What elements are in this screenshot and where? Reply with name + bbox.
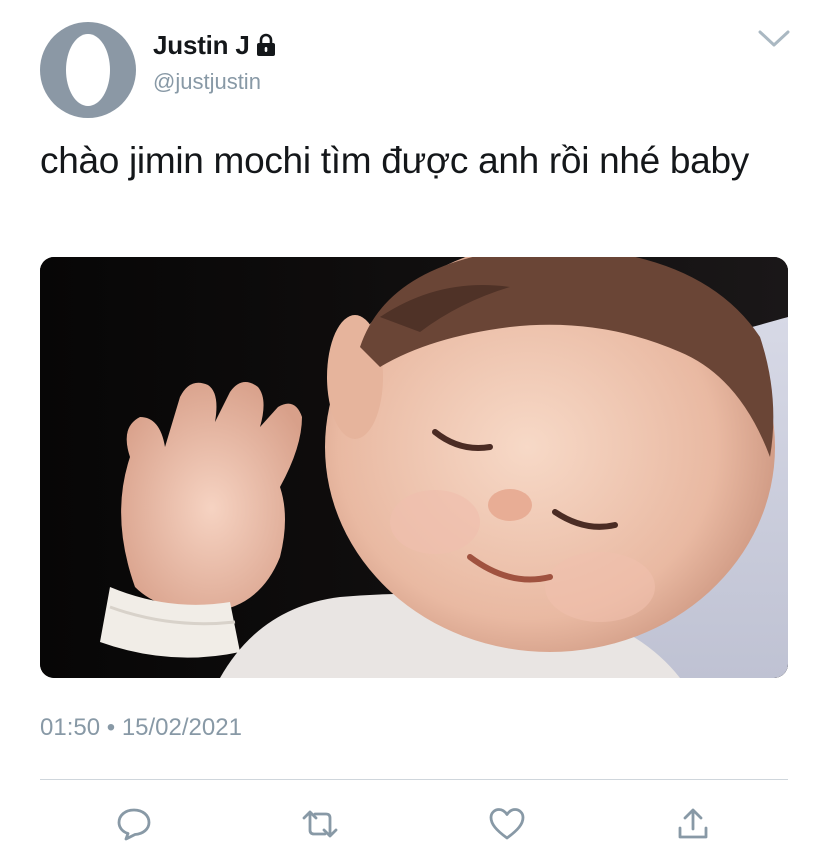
avatar-default-egg [66,34,110,106]
share-icon [678,808,708,839]
share-button[interactable] [673,804,713,844]
baby-photo-illustration [40,257,788,678]
tweet-date: 15/02/2021 [121,714,242,741]
chevron-down-icon[interactable] [756,26,792,50]
tweet-text: chào jimin mochi tìm được anh rồi nhé ba… [40,140,749,181]
like-icon [489,808,525,840]
user-handle[interactable]: @justjustin [153,69,261,95]
retweet-button[interactable] [300,804,340,844]
avatar[interactable] [40,22,136,118]
lock-icon [254,33,278,57]
tweet-photo[interactable] [40,257,788,678]
tweet-time: 01:50 [40,714,101,741]
author-name-row[interactable]: Justin J [153,28,278,62]
reply-icon [117,808,151,841]
divider [40,779,788,780]
retweet-icon [302,810,338,838]
like-button[interactable] [487,804,527,844]
timestamp-separator: • [106,714,116,741]
display-name[interactable]: Justin J [153,30,250,61]
tweet-timestamp[interactable]: 01:50 • 15/02/2021 [40,714,242,742]
reply-button[interactable] [114,804,154,844]
